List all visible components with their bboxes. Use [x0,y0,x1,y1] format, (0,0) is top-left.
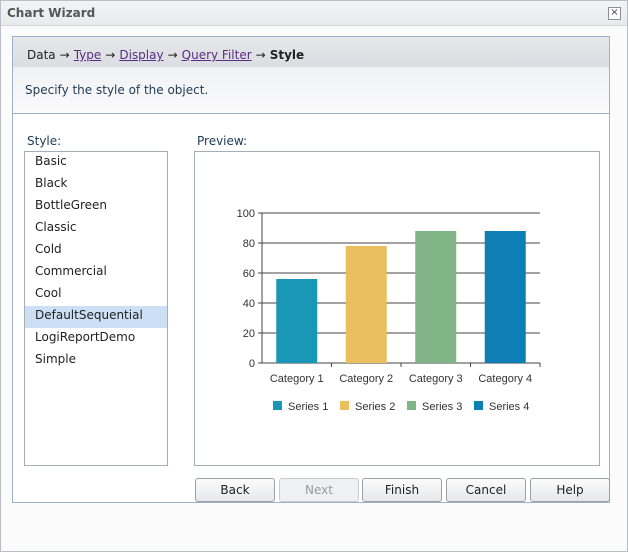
help-button[interactable]: Help [530,478,610,502]
legend-swatch [273,401,282,410]
wizard-steps-breadcrumb: Data → Type → Display → Query Filter → Style [13,37,609,67]
style-item-black[interactable]: Black [25,174,167,196]
dialog-title: Chart Wizard [7,6,96,20]
step-description: Specify the style of the object. [25,83,209,97]
y-tick-label: 40 [243,298,255,310]
chart-preview: 0 20 40 60 80 100 Category 1 Category 2 Category… [194,151,600,466]
chart-wizard-dialog: Chart Wizard × Data → Type → Display → Query F… [0,0,628,552]
legend-label: Series 1 [288,401,328,413]
close-icon[interactable]: × [608,7,621,20]
legend-swatch [340,401,349,410]
step-arrow-icon: → [105,48,116,62]
legend-swatch [474,401,483,410]
preview-chart: 0 20 40 60 80 100 Category 1 Category 2 Category… [237,208,541,413]
x-tick-label: Category 2 [339,373,393,385]
x-tick-label: Category 4 [478,373,532,385]
bar-series-2 [345,246,387,363]
wizard-panel: Data → Type → Display → Query Filter → Style Spe… [12,36,610,503]
style-item-cold[interactable]: Cold [25,240,167,262]
step-arrow-icon: → [255,48,266,62]
step-arrow-icon: → [59,48,70,62]
step-type[interactable]: Type [74,48,102,62]
legend-label: Series 4 [489,401,529,413]
y-tick-label: 100 [237,208,255,220]
preview-label: Preview: [197,134,248,148]
x-tick-label: Category 1 [270,373,324,385]
step-arrow-icon: → [167,48,178,62]
title-bar: Chart Wizard × [1,1,627,26]
legend-swatch [407,401,416,410]
bar-series-3 [415,231,457,363]
style-item-bottlegreen[interactable]: BottleGreen [25,196,167,218]
legend-label: Series 2 [355,401,395,413]
y-tick-label: 20 [243,328,255,340]
y-tick-label: 80 [243,238,255,250]
y-tick-label: 0 [249,358,255,370]
cancel-button[interactable]: Cancel [446,478,526,502]
style-item-cool[interactable]: Cool [25,284,167,306]
style-item-basic[interactable]: Basic [25,152,167,174]
step-query-filter[interactable]: Query Filter [182,48,252,62]
breadcrumb: Data → Type → Display → Query Filter → Style [27,48,304,62]
step-data: Data [27,48,56,62]
step-display[interactable]: Display [119,48,163,62]
bar-series-4 [484,231,526,363]
y-tick-label: 60 [243,268,255,280]
description-bar: Specify the style of the object. [13,67,609,114]
style-list[interactable]: Basic Black BottleGreen Classic Cold Commerci… [24,151,168,466]
style-label: Style: [27,134,62,148]
style-item-commercial[interactable]: Commercial [25,262,167,284]
next-button[interactable]: Next [279,478,359,502]
style-item-defaultsequential[interactable]: DefaultSequential [25,306,167,328]
style-item-classic[interactable]: Classic [25,218,167,240]
back-button[interactable]: Back [195,478,275,502]
bar-series-1 [276,279,318,363]
finish-button[interactable]: Finish [362,478,442,502]
legend-label: Series 3 [422,401,462,413]
style-item-logireportdemo[interactable]: LogiReportDemo [25,328,167,350]
x-tick-label: Category 3 [409,373,463,385]
step-style: Style [269,48,305,62]
style-item-simple[interactable]: Simple [25,350,167,372]
